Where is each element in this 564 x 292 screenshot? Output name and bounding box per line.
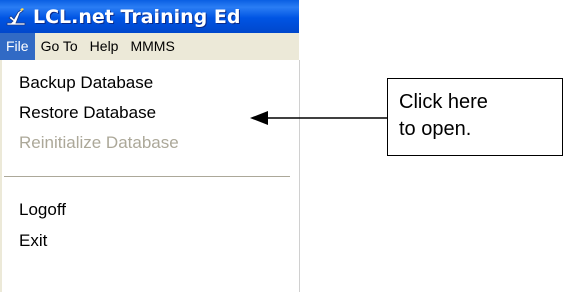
callout-line-1: Click here	[399, 91, 488, 113]
callout-line-2: to open.	[399, 118, 472, 140]
callout-box: Click here to open.	[387, 78, 563, 156]
